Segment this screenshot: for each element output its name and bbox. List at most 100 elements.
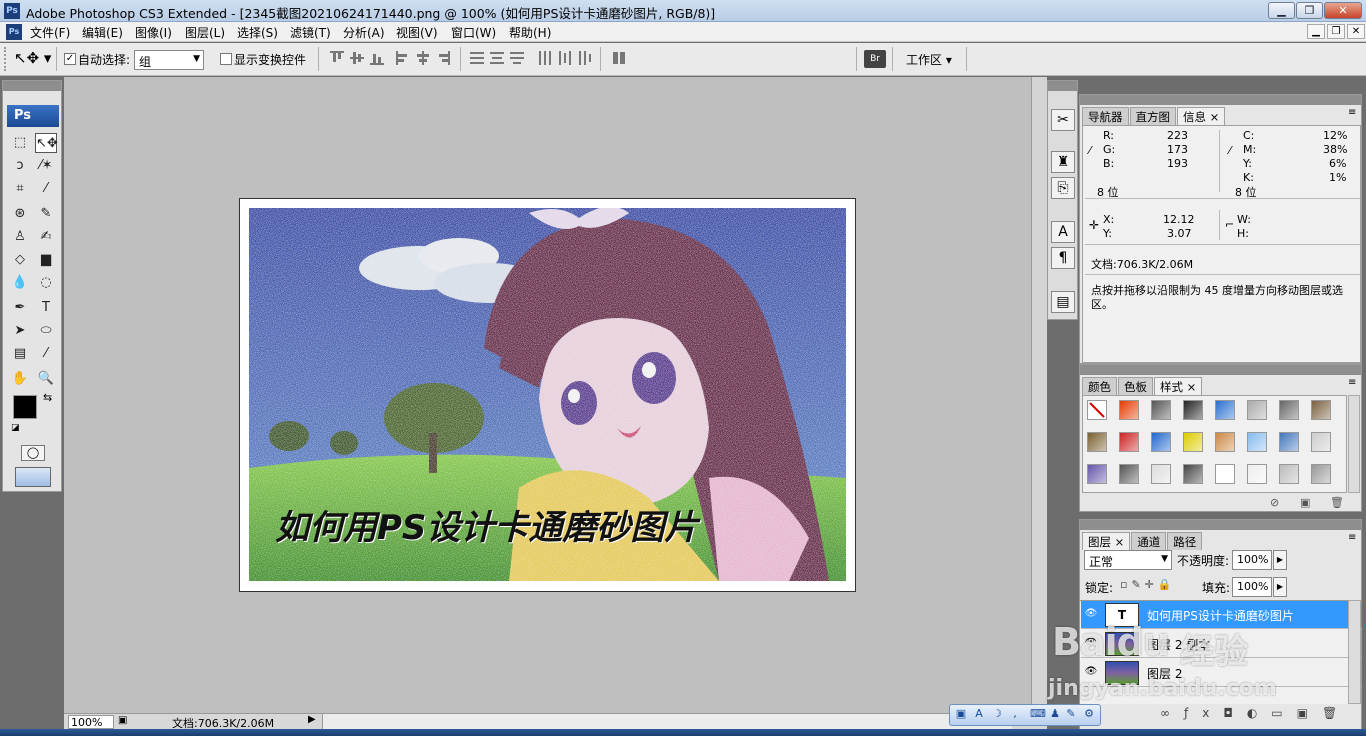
paragraph-icon[interactable]: ¶ xyxy=(1051,247,1075,269)
align-top-icon[interactable] xyxy=(330,51,344,65)
screen-mode-icon[interactable] xyxy=(15,467,51,487)
ime-settings-icon[interactable]: ⚙ xyxy=(1082,707,1096,721)
minimize-button[interactable]: ▁ xyxy=(1268,2,1295,19)
tab-swatches[interactable]: 色板 xyxy=(1118,377,1153,395)
align-vcenter-icon[interactable] xyxy=(350,51,364,65)
status-menu-arrow[interactable]: ▶ xyxy=(308,714,316,725)
ime-user-icon[interactable]: ♟ xyxy=(1048,707,1062,721)
dodge-tool[interactable]: ◌ xyxy=(35,273,57,293)
menu-window[interactable]: 窗口(W) xyxy=(451,24,496,41)
new-style-icon[interactable]: ▣ xyxy=(1300,496,1310,509)
tab-styles[interactable]: 样式 × xyxy=(1154,377,1203,395)
panel-header[interactable] xyxy=(1080,520,1361,530)
tab-paths[interactable]: 路径 xyxy=(1167,532,1203,550)
panel-header[interactable] xyxy=(1080,95,1361,105)
swap-colors-icon[interactable]: ⇆ xyxy=(43,391,52,404)
close-icon[interactable]: × xyxy=(1115,535,1125,549)
ime-wrench-icon[interactable]: ✎ xyxy=(1064,707,1078,721)
fill-input[interactable]: 100% xyxy=(1232,577,1272,597)
tool-presets-icon[interactable]: ✂ xyxy=(1051,109,1075,131)
clear-style-icon[interactable]: ⊘ xyxy=(1270,496,1279,509)
style-swatch[interactable] xyxy=(1247,464,1267,484)
canvas-image[interactable]: 如何用PS设计卡通磨砂图片 xyxy=(249,208,846,581)
close-icon[interactable]: × xyxy=(1210,110,1220,124)
show-transform-checkbox[interactable] xyxy=(220,53,232,65)
style-swatch[interactable] xyxy=(1279,400,1299,420)
windows-taskbar[interactable] xyxy=(0,729,1366,736)
ime-keyboard-icon[interactable]: ⌨ xyxy=(1030,707,1046,721)
style-swatch[interactable] xyxy=(1087,400,1107,420)
style-swatch[interactable] xyxy=(1215,400,1235,420)
distribute-right-icon[interactable] xyxy=(578,51,592,65)
style-swatch[interactable] xyxy=(1087,464,1107,484)
styles-scrollbar[interactable] xyxy=(1348,395,1360,493)
style-swatch[interactable] xyxy=(1247,432,1267,452)
ime-comma-icon[interactable]: , xyxy=(1008,707,1022,721)
trash-icon[interactable]: 🗑 xyxy=(1330,496,1344,509)
workspace-menu[interactable]: 工作区 ▾ xyxy=(906,51,952,68)
options-grip[interactable] xyxy=(4,47,8,71)
dock-header[interactable] xyxy=(1048,81,1077,91)
blur-tool[interactable]: 💧 xyxy=(9,273,31,293)
close-icon[interactable]: × xyxy=(1187,380,1197,394)
align-hcenter-icon[interactable] xyxy=(416,51,430,65)
horizontal-scrollbar[interactable] xyxy=(322,714,1012,729)
character-icon[interactable]: A xyxy=(1051,221,1075,243)
panel-header[interactable] xyxy=(1080,365,1361,375)
tab-info[interactable]: 信息 × xyxy=(1177,107,1226,125)
distribute-top-icon[interactable] xyxy=(470,51,484,65)
doc-close-button[interactable]: ✕ xyxy=(1347,24,1365,39)
style-swatch[interactable] xyxy=(1279,464,1299,484)
photoshop-logo[interactable]: Ps xyxy=(7,105,59,127)
menu-layer[interactable]: 图层(L) xyxy=(185,24,225,41)
menu-edit[interactable]: 编辑(E) xyxy=(82,24,123,41)
brush-tool[interactable]: ✎ xyxy=(35,204,57,224)
tab-histogram[interactable]: 直方图 xyxy=(1129,107,1176,125)
menu-help[interactable]: 帮助(H) xyxy=(509,24,551,41)
style-swatch[interactable] xyxy=(1311,464,1331,484)
clone-source-icon[interactable]: ⎘ xyxy=(1051,177,1075,199)
brushes-icon[interactable]: ♜ xyxy=(1051,151,1075,173)
clone-stamp-tool[interactable]: ♙ xyxy=(9,227,31,247)
type-tool[interactable]: T xyxy=(35,298,57,318)
opacity-input[interactable]: 100% xyxy=(1232,550,1272,570)
style-swatch[interactable] xyxy=(1215,432,1235,452)
magic-wand-tool[interactable]: ⁄✶ xyxy=(35,156,57,176)
path-selection-tool[interactable]: ➤ xyxy=(9,321,31,341)
layers-scrollbar[interactable] xyxy=(1348,600,1361,704)
tab-layers[interactable]: 图层 × xyxy=(1082,532,1131,550)
style-swatch[interactable] xyxy=(1119,432,1139,452)
style-swatch[interactable] xyxy=(1311,432,1331,452)
align-left-icon[interactable] xyxy=(396,51,410,65)
menu-image[interactable]: 图像(I) xyxy=(135,24,172,41)
distribute-vcenter-icon[interactable] xyxy=(490,51,504,65)
toolbox-header[interactable] xyxy=(3,81,61,91)
style-swatch[interactable] xyxy=(1151,432,1171,452)
style-swatch[interactable] xyxy=(1119,400,1139,420)
distribute-hcenter-icon[interactable] xyxy=(558,51,572,65)
align-right-icon[interactable] xyxy=(436,51,450,65)
auto-align-layers-icon[interactable] xyxy=(612,51,626,65)
slice-tool[interactable]: ⁄ xyxy=(35,179,57,199)
menu-view[interactable]: 视图(V) xyxy=(396,24,438,41)
style-swatch[interactable] xyxy=(1183,464,1203,484)
menu-filter[interactable]: 滤镜(T) xyxy=(290,24,331,41)
style-swatch[interactable] xyxy=(1215,464,1235,484)
move-tool[interactable]: ↖✥ xyxy=(35,133,58,153)
zoom-tool[interactable]: 🔍 xyxy=(35,369,57,389)
eyedropper-tool[interactable]: ⁄ xyxy=(35,344,57,364)
healing-brush-tool[interactable]: ⊛ xyxy=(9,204,31,224)
bridge-icon[interactable]: Br xyxy=(864,50,886,68)
menu-file[interactable]: 文件(F) xyxy=(30,24,70,41)
canvas-overlay-text[interactable]: 如何用PS设计卡通磨砂图片 xyxy=(275,500,698,549)
ime-font-icon[interactable]: A xyxy=(972,707,986,721)
auto-select-dropdown[interactable]: 组 ▼ xyxy=(134,50,204,70)
crop-tool[interactable]: ⌗ xyxy=(9,179,31,199)
eye-icon[interactable]: 👁 xyxy=(1084,608,1098,620)
lasso-tool[interactable]: ↄ xyxy=(9,156,31,176)
style-swatch[interactable] xyxy=(1279,432,1299,452)
style-swatch[interactable] xyxy=(1087,432,1107,452)
panel-menu-icon[interactable]: ≡ xyxy=(1348,532,1356,543)
panel-menu-icon[interactable]: ≡ xyxy=(1348,377,1356,388)
auto-select-checkbox[interactable]: ✓ xyxy=(64,53,76,65)
